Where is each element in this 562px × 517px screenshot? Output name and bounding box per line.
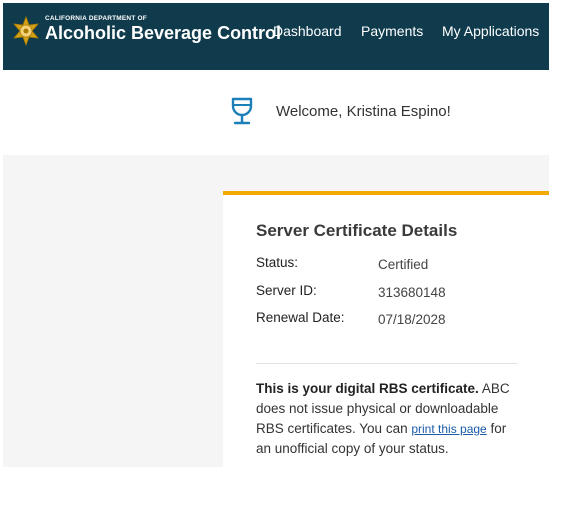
renewal-date-label: Renewal Date:	[256, 310, 345, 325]
nav-dashboard[interactable]: Dashboard	[273, 23, 342, 39]
divider	[256, 363, 518, 364]
brand-subtitle: CALIFORNIA DEPARTMENT OF	[45, 15, 147, 22]
status-label: Status:	[256, 255, 299, 270]
nav-payments[interactable]: Payments	[361, 23, 423, 39]
card-title: Server Certificate Details	[256, 221, 458, 240]
renewal-date-value: 07/18/2028	[378, 312, 446, 327]
main-nav: Dashboard Payments My Applications	[3, 23, 549, 43]
server-id-row: Server ID: 313680148	[256, 283, 546, 303]
top-header: CALIFORNIA DEPARTMENT OF Alcoholic Bever…	[3, 3, 549, 70]
server-certificate-card: Server Certificate Details Status: Certi…	[223, 191, 549, 467]
welcome-message: Welcome, Kristina Espino!	[276, 103, 451, 120]
renewal-date-row: Renewal Date: 07/18/2028	[256, 310, 546, 330]
server-id-value: 313680148	[378, 285, 446, 300]
server-id-label: Server ID:	[256, 283, 317, 298]
wine-glass-icon	[231, 97, 253, 125]
nav-my-applications[interactable]: My Applications	[442, 23, 539, 39]
status-value: Certified	[378, 257, 429, 272]
print-page-link[interactable]: print this page	[411, 422, 486, 436]
status-row: Status: Certified	[256, 255, 546, 275]
certificate-note: This is your digital RBS certificate. AB…	[256, 379, 514, 459]
certificate-note-bold: This is your digital RBS certificate.	[256, 381, 479, 396]
